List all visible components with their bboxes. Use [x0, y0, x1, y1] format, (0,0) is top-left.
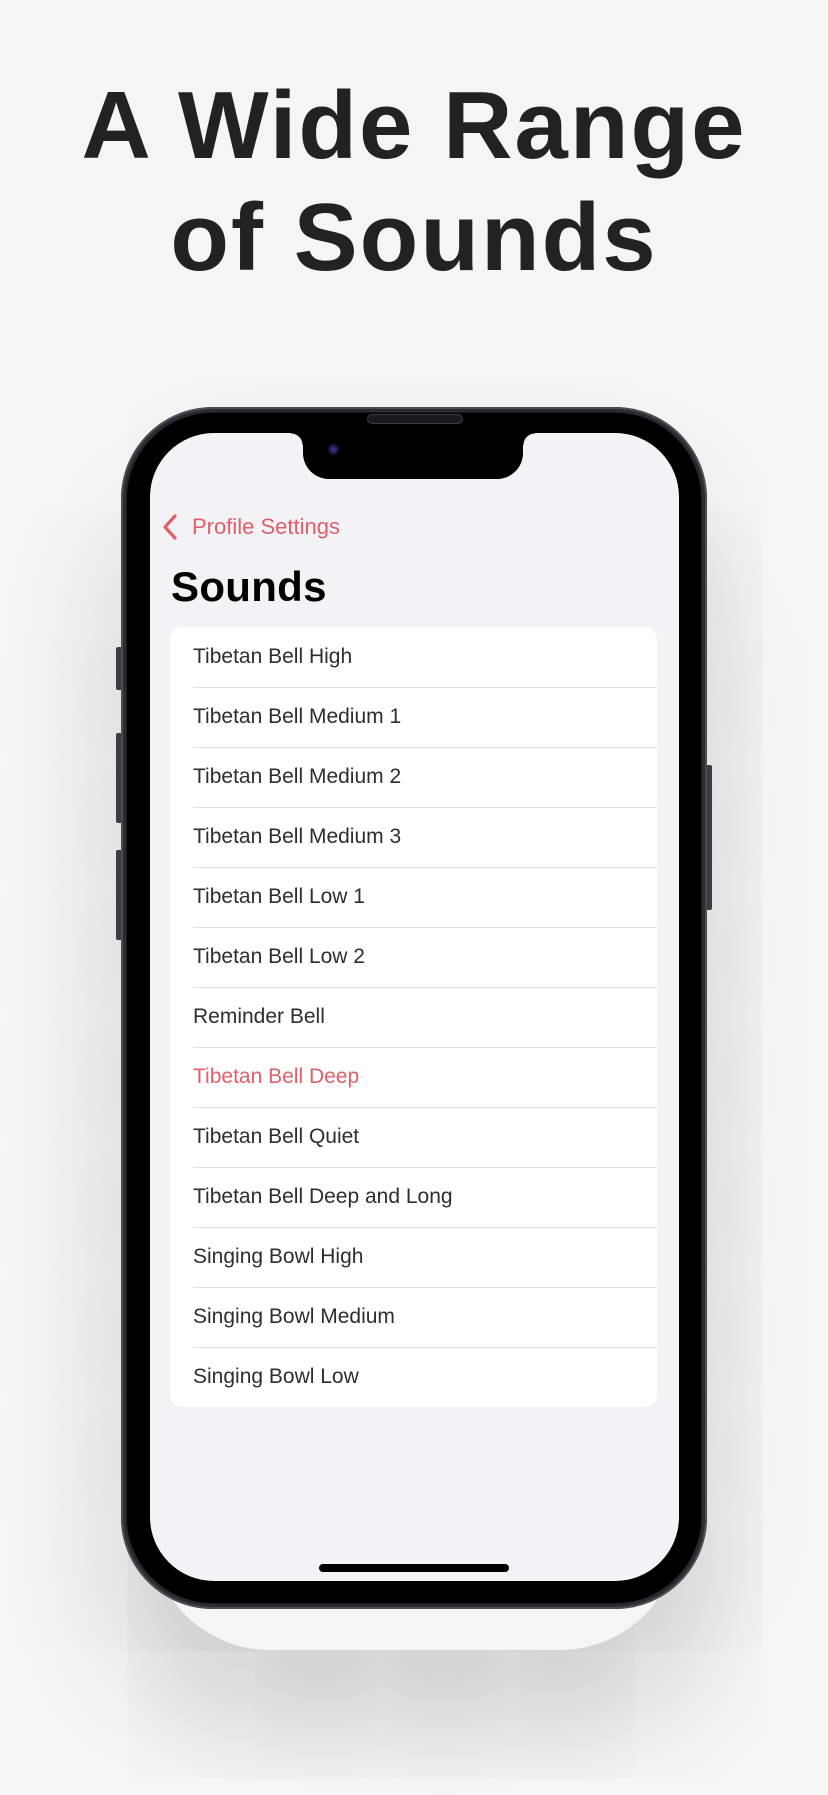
phone-screen: Profile Settings Sounds Tibetan Bell Hig…	[150, 433, 679, 1581]
sound-list-item[interactable]: Tibetan Bell Medium 1	[170, 687, 657, 747]
phone-frame: Profile Settings Sounds Tibetan Bell Hig…	[121, 407, 707, 1609]
sound-list-item-label: Tibetan Bell Quiet	[193, 1125, 360, 1148]
home-indicator[interactable]	[319, 1564, 509, 1572]
back-button[interactable]: Profile Settings	[162, 510, 340, 544]
sound-list-item[interactable]: Tibetan Bell Deep	[170, 1047, 657, 1107]
sound-list-item[interactable]: Tibetan Bell Low 2	[170, 927, 657, 987]
notch	[291, 433, 535, 479]
back-button-label: Profile Settings	[192, 514, 340, 539]
sound-list-item-label: Tibetan Bell Medium 3	[193, 825, 402, 848]
sound-list-item-label: Tibetan Bell High	[193, 645, 353, 668]
sound-list-item[interactable]: Tibetan Bell High	[170, 627, 657, 687]
sound-list-item[interactable]: Singing Bowl Low	[170, 1347, 657, 1407]
sound-list-item-label: Tibetan Bell Deep	[193, 1065, 360, 1088]
page-title: Sounds	[171, 563, 327, 610]
sound-list-item[interactable]: Tibetan Bell Medium 3	[170, 807, 657, 867]
sound-list: Tibetan Bell High Tibetan Bell Medium 1 Ti…	[170, 627, 657, 1407]
earpiece-speaker	[367, 414, 463, 424]
camera-icon	[328, 444, 339, 455]
sound-list-item[interactable]: Reminder Bell	[170, 987, 657, 1047]
sound-list-item[interactable]: Tibetan Bell Medium 2	[170, 747, 657, 807]
sound-list-item[interactable]: Tibetan Bell Low 1	[170, 867, 657, 927]
sound-list-item-label: Singing Bowl Low	[193, 1365, 359, 1388]
sound-list-item[interactable]: Singing Bowl Medium	[170, 1287, 657, 1347]
headline-line-1: A Wide Range	[81, 72, 747, 179]
sound-list-item[interactable]: Singing Bowl High	[170, 1227, 657, 1287]
sound-list-item-label: Singing Bowl High	[193, 1245, 364, 1268]
promo-headline: A Wide Range of Sounds	[0, 70, 828, 294]
sound-list-item-label: Tibetan Bell Low 2	[193, 945, 365, 968]
sound-list-item[interactable]: Tibetan Bell Deep and Long	[170, 1167, 657, 1227]
sound-list-item-label: Tibetan Bell Low 1	[193, 885, 365, 908]
sound-list-item-label: Tibetan Bell Medium 2	[193, 765, 402, 788]
sound-list-item-label: Singing Bowl Medium	[193, 1305, 395, 1328]
sound-list-item-label: Tibetan Bell Medium 1	[193, 705, 402, 728]
sound-list-item-label: Reminder Bell	[193, 1005, 325, 1028]
sound-list-item[interactable]: Tibetan Bell Quiet	[170, 1107, 657, 1167]
sound-list-item-label: Tibetan Bell Deep and Long	[193, 1185, 453, 1208]
headline-line-2: of Sounds	[170, 184, 658, 291]
chevron-left-icon	[163, 514, 177, 540]
